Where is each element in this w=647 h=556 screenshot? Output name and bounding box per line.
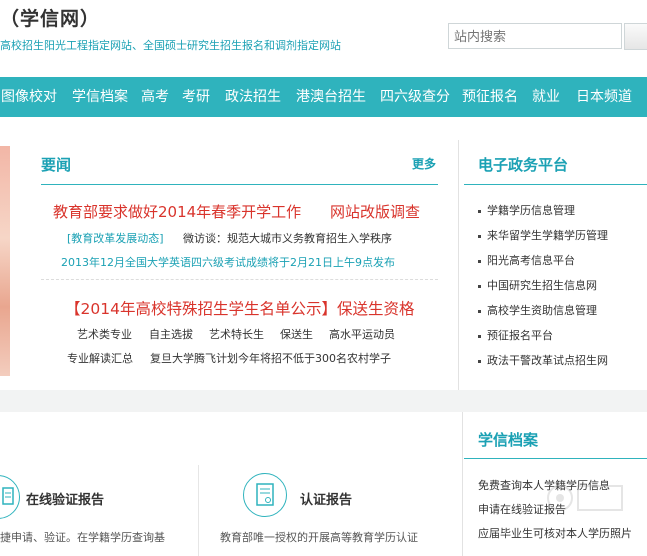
gov-list-item[interactable]: 中国研究生招生信息网 [478,277,597,293]
column-divider [462,412,463,556]
bullet-icon [478,209,481,213]
gov-list-item-label: 政法干警改革试点招生网 [487,354,608,367]
gov-list-item[interactable]: 预征报名平台 [478,327,553,343]
site-logo[interactable]: （学信网） [0,4,100,31]
news-link[interactable]: 复旦大学腾飞计划今年将招不低于300名农村学子 [150,350,391,366]
search-input[interactable] [448,23,622,49]
section-separator [0,390,647,412]
news-more-link[interactable]: 更多 [412,155,436,172]
certification-report-icon[interactable] [243,473,287,517]
bullet-icon [478,309,481,313]
gov-list-item-label: 预征报名平台 [487,329,553,342]
nav-item-gangaotai[interactable]: 港澳台招生 [296,77,366,117]
nav-item-kaoyan[interactable]: 考研 [182,77,210,117]
gov-list-item-label: 高校学生资助信息管理 [487,304,597,317]
news-headline-link[interactable]: 教育部要求做好2014年春季开学工作 [53,201,301,222]
tag-link[interactable]: 高水平运动员 [329,326,395,342]
gov-list-item-label: 学籍学历信息管理 [487,204,575,217]
news-divider [41,279,438,280]
tag-link[interactable]: 保送生 [280,326,313,342]
online-verification-report-link[interactable]: 在线验证报告 [26,489,104,508]
news-title-rule [41,184,438,185]
nav-item-japan[interactable]: 日本频道 [576,77,632,117]
reform-news-tag[interactable]: [教育改革发展动态] [67,230,164,246]
watermark-icon [547,485,623,511]
bullet-icon [478,234,481,238]
gov-list-item[interactable]: 学籍学历信息管理 [478,202,575,218]
nav-item-xuexin-archive[interactable]: 学信档案 [72,77,128,117]
search-button[interactable] [624,23,647,50]
certification-report-link[interactable]: 认证报告 [300,489,352,508]
nav-item-jiuye[interactable]: 就业 [532,77,560,117]
tag-link[interactable]: 艺术特长生 [209,326,264,342]
bullet-icon [478,334,481,338]
news-link[interactable]: 2013年12月全国大学英语四六级考试成绩将于2月21日上午9点发布 [61,254,395,270]
banner-image[interactable] [0,146,10,376]
survey-link[interactable]: 网站改版调查 [330,201,420,222]
news-section-title: 要闻 [41,156,72,174]
news-headline-link[interactable]: 【2014年高校特殊招生学生名单公示】保送生资格 [65,297,414,319]
gov-platform-title: 电子政务平台 [478,156,569,174]
nav-item-gaokao[interactable]: 高考 [141,77,169,117]
site-tagline: 高校招生阳光工程指定网站、全国硕士研究生招生报名和调剂指定网站 [0,39,341,52]
gov-list-item[interactable]: 政法干警改革试点招生网 [478,352,608,368]
card-divider [198,465,199,556]
xuexin-title-rule [464,458,647,459]
bullet-icon [478,259,481,263]
bullet-icon [478,284,481,288]
gov-title-rule [464,184,647,185]
verification-report-icon[interactable] [0,475,20,519]
news-link[interactable]: 微访谈：规范大城市义务教育招生入学秩序 [183,230,392,246]
bullet-icon [478,359,481,363]
gov-list-item[interactable]: 阳光高考信息平台 [478,252,575,268]
nav-item-zhengfa[interactable]: 政法招生 [225,77,281,117]
gov-list-item-label: 中国研究生招生信息网 [487,279,597,292]
nav-item-cet-score[interactable]: 四六级查分 [380,77,450,117]
gov-list-item-label: 来华留学生学籍学历管理 [487,229,608,242]
nav-item-image-proofread[interactable]: 图像校对 [1,77,57,117]
main-nav: 图像校对 学信档案 高考 考研 政法招生 港澳台招生 四六级查分 预征报名 就业… [0,77,647,117]
gov-list-item[interactable]: 来华留学生学籍学历管理 [478,227,608,243]
xuexin-archive-title: 学信档案 [478,431,539,449]
tag-link[interactable]: 自主选拔 [149,326,193,342]
card-description: 捷申请、验证。在学籍学历查询基 [0,531,165,544]
column-divider [458,140,459,390]
card-description: 教育部唯一授权的开展高等教育学历认证 [220,531,418,544]
nav-item-yuzheng[interactable]: 预征报名 [462,77,518,117]
news-link[interactable]: 专业解读汇总 [67,350,133,366]
gov-list-item-label: 阳光高考信息平台 [487,254,575,267]
gov-list-item[interactable]: 高校学生资助信息管理 [478,302,597,318]
tag-link[interactable]: 艺术类专业 [77,326,132,342]
